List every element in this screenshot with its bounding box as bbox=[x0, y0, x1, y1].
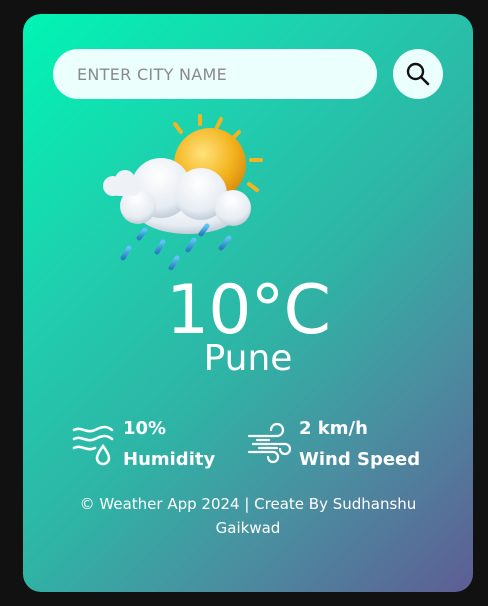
city-search-input[interactable] bbox=[53, 49, 377, 99]
weather-details: 10% Humidity 2 km/h Wind Speed bbox=[71, 414, 431, 478]
search-icon bbox=[406, 62, 430, 86]
wind-speed-label: Wind Speed bbox=[299, 449, 421, 470]
temperature: 10°C bbox=[165, 271, 331, 350]
city-name: Pune bbox=[203, 338, 293, 379]
wind-speed-value: 2 km/h bbox=[299, 418, 368, 439]
sun-behind-rain-cloud-icon bbox=[103, 114, 263, 270]
footer-credit: © Weather App 2024 | Create By Sudhanshu… bbox=[79, 495, 417, 537]
weather-card: 10°C Pune 10% Humidity bbox=[23, 14, 473, 592]
wind-icon bbox=[247, 422, 291, 464]
search-bar bbox=[53, 49, 443, 99]
humidity-value: 10% bbox=[123, 418, 167, 439]
humidity-label: Humidity bbox=[123, 449, 216, 470]
search-button[interactable] bbox=[393, 49, 443, 99]
humidity-icon bbox=[72, 425, 114, 466]
